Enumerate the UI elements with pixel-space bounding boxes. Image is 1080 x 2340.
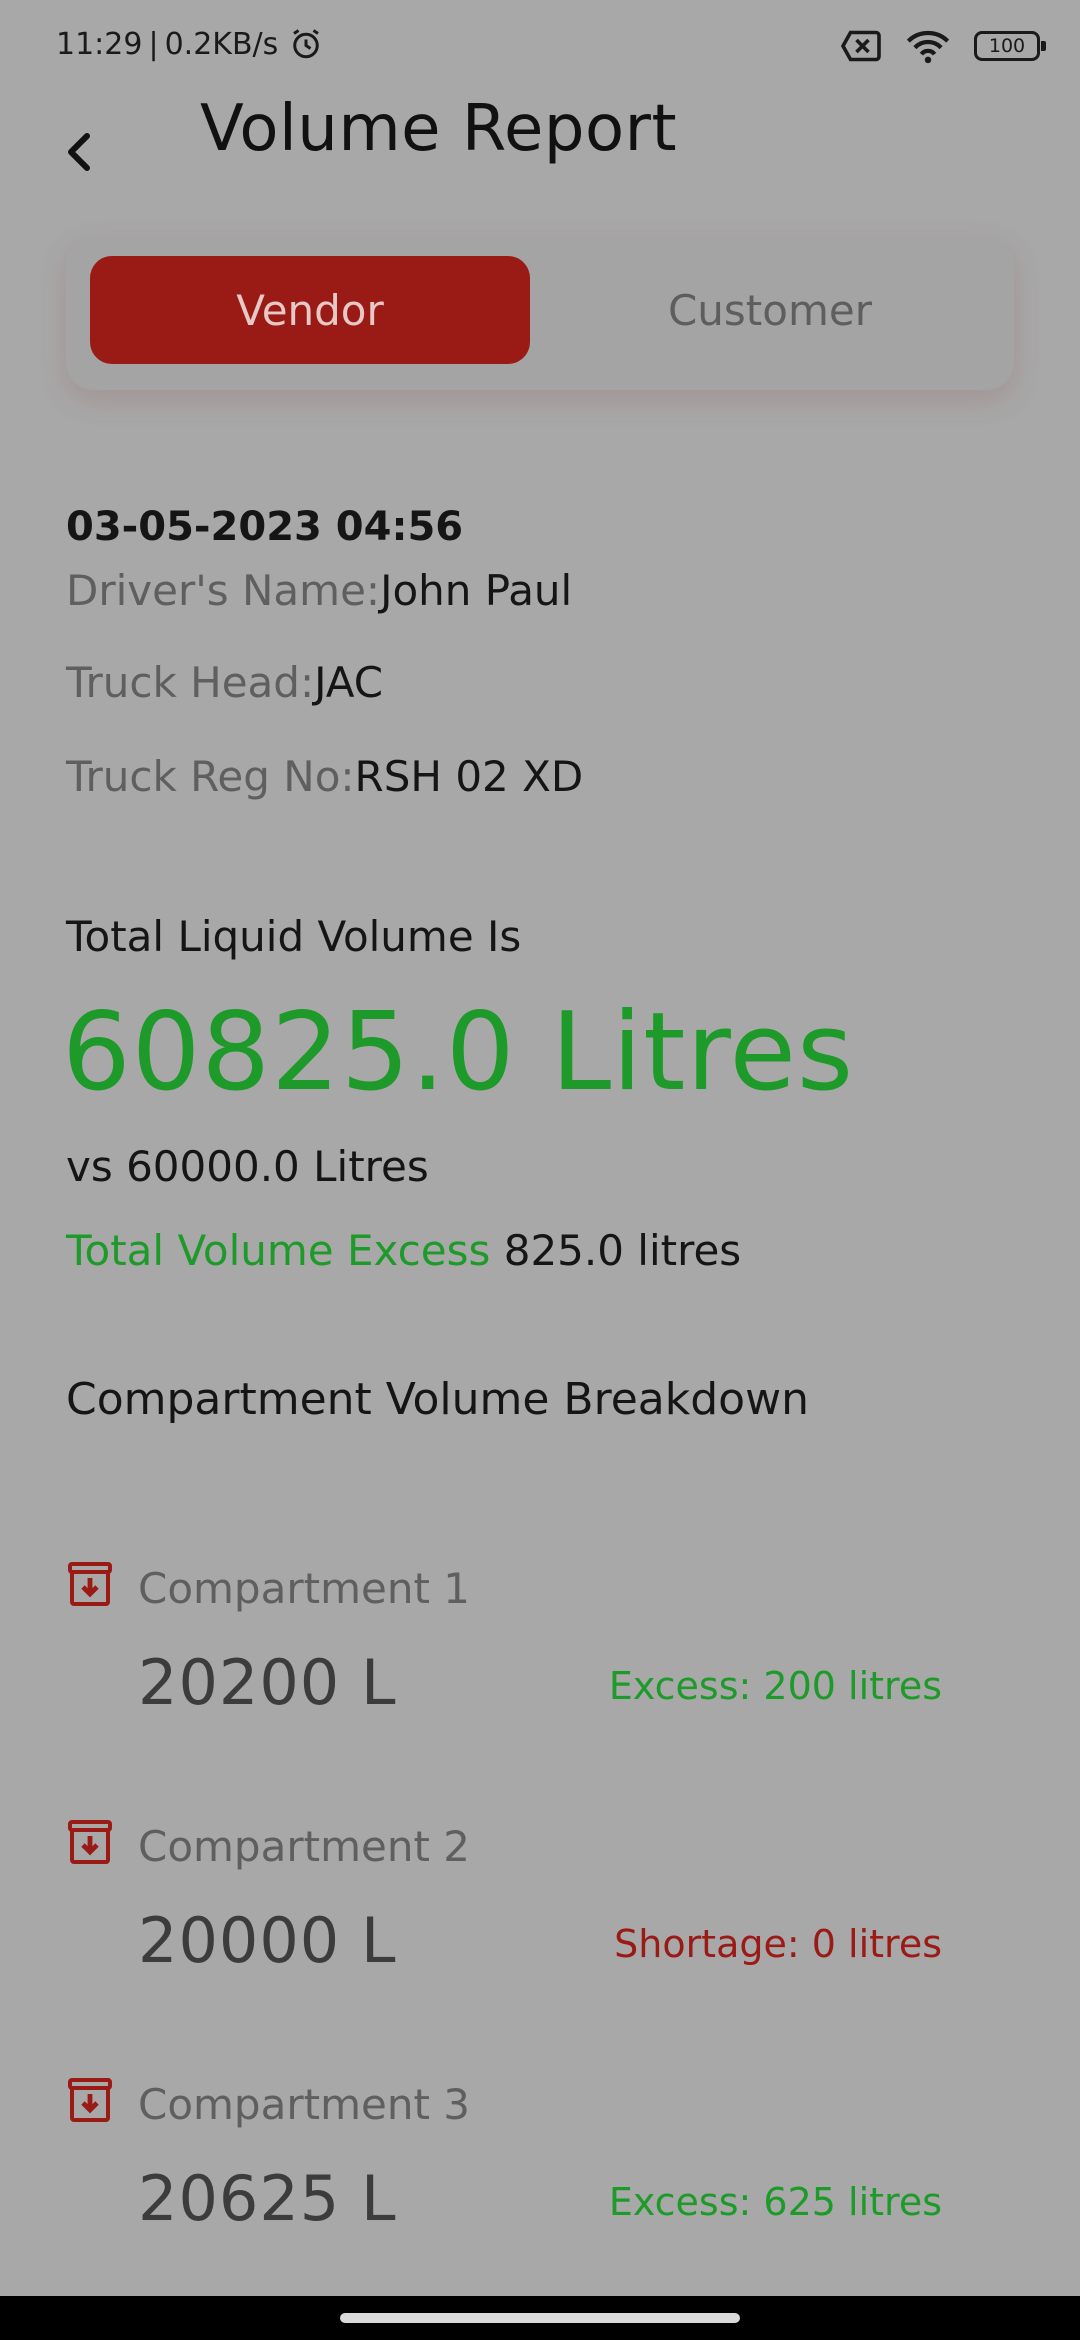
compartment-item: Compartment 1 20200 L Excess: 200 litres <box>66 1560 966 1760</box>
driver-name-label: Driver's Name: <box>66 566 381 615</box>
compartment-volume: 20625 L <box>138 2162 397 2235</box>
compartment-item: Compartment 3 20625 L Excess: 625 litres <box>66 2076 966 2276</box>
compartment-status: Excess: 200 litres <box>608 1664 942 1708</box>
total-excess-label: Total Volume Excess <box>66 1226 491 1275</box>
compartment-name: Compartment 2 <box>138 1822 470 1871</box>
status-separator: | <box>148 26 159 62</box>
status-bar: 11:29 | 0.2KB/s 100 <box>0 0 1080 96</box>
tab-vendor[interactable]: Vendor <box>90 256 530 364</box>
breakdown-title: Compartment Volume Breakdown <box>66 1374 809 1425</box>
total-excess-row: Total Volume Excess 825.0 litres <box>66 1226 741 1275</box>
driver-name-value: John Paul <box>380 566 573 615</box>
status-net-speed: 0.2KB/s <box>164 26 279 62</box>
tab-customer[interactable]: Customer <box>550 256 990 364</box>
volume-report-screen: 11:29 | 0.2KB/s 100 Volume Report Vendor… <box>0 0 1080 2340</box>
alarm-clock-icon <box>288 26 324 62</box>
truck-head-row: Truck Head:JAC <box>66 658 383 707</box>
archive-download-icon <box>66 1560 114 1608</box>
chevron-left-icon <box>63 132 97 172</box>
status-time: 11:29 <box>56 26 143 62</box>
report-datetime: 03-05-2023 04:56 <box>66 504 464 550</box>
target-volume: vs 60000.0 Litres <box>66 1142 429 1191</box>
total-volume-label: Total Liquid Volume Is <box>66 912 522 961</box>
compartment-status: Excess: 625 litres <box>608 2180 942 2224</box>
tab-switcher: Vendor Customer <box>66 236 1014 390</box>
status-left: 11:29 | 0.2KB/s <box>56 26 324 62</box>
status-right: 100 <box>840 28 1046 64</box>
home-indicator[interactable] <box>340 2313 740 2323</box>
truck-reg-label: Truck Reg No: <box>66 752 355 801</box>
compartment-name: Compartment 1 <box>138 1564 470 1613</box>
total-excess-value: 825.0 litres <box>503 1226 742 1275</box>
wifi-icon <box>904 28 952 64</box>
truck-reg-row: Truck Reg No:RSH 02 XD <box>66 752 583 801</box>
truck-reg-value: RSH 02 XD <box>354 752 584 801</box>
page-title: Volume Report <box>200 92 678 166</box>
driver-name-row: Driver's Name:John Paul <box>66 566 572 615</box>
sim-x-icon <box>840 29 882 63</box>
compartment-item: Compartment 2 20000 L Shortage: 0 litres <box>66 1818 966 2018</box>
compartment-volume: 20000 L <box>138 1904 397 1977</box>
compartment-status: Shortage: 0 litres <box>614 1922 942 1966</box>
truck-head-label: Truck Head: <box>66 658 315 707</box>
compartment-volume: 20200 L <box>138 1646 397 1719</box>
archive-download-icon <box>66 1818 114 1866</box>
truck-head-value: JAC <box>314 658 384 707</box>
compartment-name: Compartment 3 <box>138 2080 470 2129</box>
archive-download-icon <box>66 2076 114 2124</box>
back-button[interactable] <box>50 122 110 182</box>
battery-icon: 100 <box>974 31 1046 61</box>
total-volume-value: 60825.0 Litres <box>62 990 855 1115</box>
